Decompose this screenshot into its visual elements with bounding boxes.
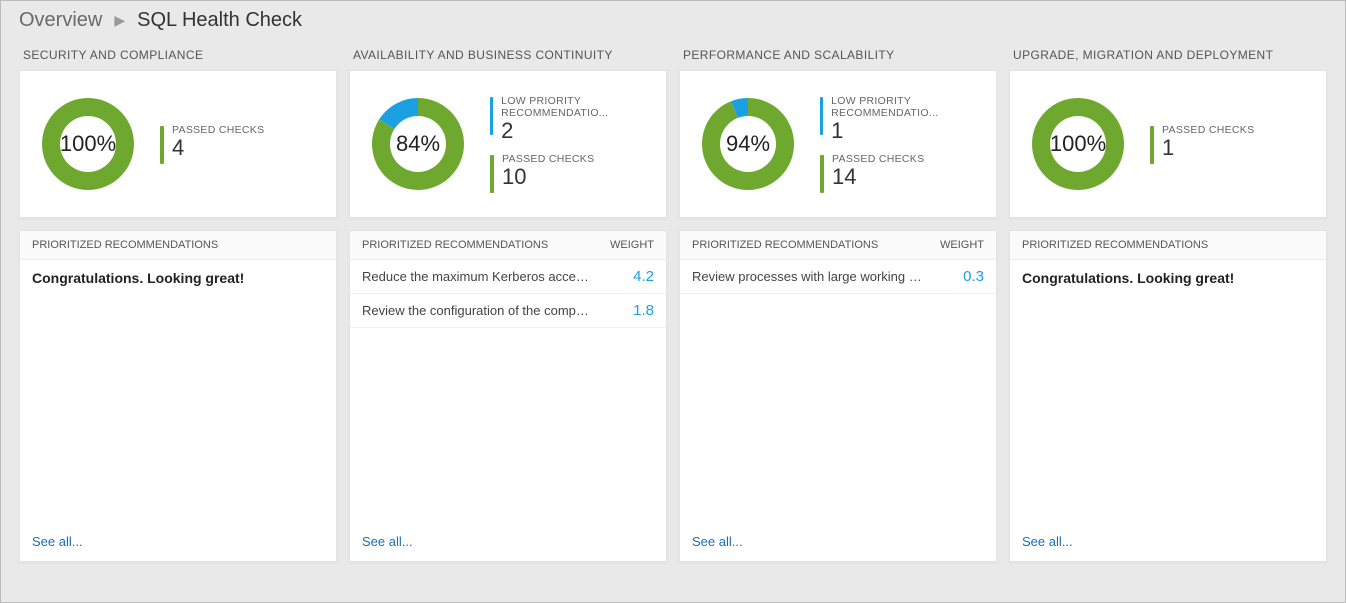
bar-green-icon <box>1150 126 1154 164</box>
stat-low-priority: LOW PRIORITY RECOMMENDATIO... 2 <box>490 95 652 143</box>
recommendation-weight: 1.8 <box>618 302 654 319</box>
recommendation-weight: 4.2 <box>618 268 654 285</box>
column-header: AVAILABILITY AND BUSINESS CONTINUITY <box>349 42 667 70</box>
donut-chart: 84% <box>364 90 472 198</box>
passed-label: PASSED CHECKS <box>172 124 264 136</box>
see-all-link[interactable]: See all... <box>680 524 996 561</box>
donut-card[interactable]: 100% PASSED CHECKS 1 <box>1009 70 1327 218</box>
assessment-column: AVAILABILITY AND BUSINESS CONTINUITY 84%… <box>349 42 667 562</box>
low-priority-value: 2 <box>501 119 652 143</box>
stats-block: PASSED CHECKS 1 <box>1150 124 1254 164</box>
bar-green-icon <box>490 155 494 193</box>
prioritized-header: PRIORITIZED RECOMMENDATIONS <box>32 239 218 251</box>
donut-percent: 84% <box>364 90 472 198</box>
stat-low-priority: LOW PRIORITY RECOMMENDATIO... 1 <box>820 95 982 143</box>
weight-header: WEIGHT <box>940 239 984 251</box>
recommendations-header: PRIORITIZED RECOMMENDATIONS <box>20 231 336 260</box>
recommendation-text: Reduce the maximum Kerberos access token… <box>362 269 592 284</box>
passed-value: 10 <box>502 165 594 189</box>
donut-card[interactable]: 94% LOW PRIORITY RECOMMENDATIO... 1 PASS… <box>679 70 997 218</box>
recommendation-weight: 0.3 <box>948 268 984 285</box>
recommendations-header: PRIORITIZED RECOMMENDATIONS WEIGHT <box>350 231 666 260</box>
prioritized-header: PRIORITIZED RECOMMENDATIONS <box>362 239 548 251</box>
low-priority-label: LOW PRIORITY RECOMMENDATIO... <box>501 95 652 119</box>
column-header: UPGRADE, MIGRATION AND DEPLOYMENT <box>1009 42 1327 70</box>
dashboard-board: SECURITY AND COMPLIANCE 100% PASSED CHEC… <box>1 42 1345 576</box>
low-priority-label: LOW PRIORITY RECOMMENDATIO... <box>831 95 982 119</box>
stats-block: LOW PRIORITY RECOMMENDATIO... 2 PASSED C… <box>490 95 652 193</box>
see-all-link[interactable]: See all... <box>1010 524 1326 561</box>
bar-green-icon <box>160 126 164 164</box>
recommendations-header: PRIORITIZED RECOMMENDATIONS <box>1010 231 1326 260</box>
stat-passed: PASSED CHECKS 14 <box>820 153 982 193</box>
passed-value: 4 <box>172 136 264 160</box>
bar-blue-icon <box>820 97 823 135</box>
assessment-column: PERFORMANCE AND SCALABILITY 94% LOW PRIO… <box>679 42 997 562</box>
stat-passed: PASSED CHECKS 10 <box>490 153 652 193</box>
see-all-link[interactable]: See all... <box>350 524 666 561</box>
breadcrumb: Overview ▶ SQL Health Check <box>1 1 1345 42</box>
page-title: SQL Health Check <box>137 9 302 32</box>
donut-card[interactable]: 84% LOW PRIORITY RECOMMENDATIO... 2 PASS… <box>349 70 667 218</box>
recommendation-row[interactable]: Review the configuration of the computer… <box>350 294 666 328</box>
donut-percent: 100% <box>1024 90 1132 198</box>
breadcrumb-overview[interactable]: Overview <box>19 9 102 32</box>
recommendations-card: PRIORITIZED RECOMMENDATIONS WEIGHT Reduc… <box>349 230 667 562</box>
donut-chart: 100% <box>34 90 142 198</box>
chevron-right-icon: ▶ <box>114 12 125 29</box>
recommendations-card: PRIORITIZED RECOMMENDATIONS Congratulati… <box>19 230 337 562</box>
stat-passed: PASSED CHECKS 1 <box>1150 124 1254 164</box>
column-header: SECURITY AND COMPLIANCE <box>19 42 337 70</box>
donut-chart: 100% <box>1024 90 1132 198</box>
assessment-column: UPGRADE, MIGRATION AND DEPLOYMENT 100% P… <box>1009 42 1327 562</box>
see-all-link[interactable]: See all... <box>20 524 336 561</box>
prioritized-header: PRIORITIZED RECOMMENDATIONS <box>1022 239 1208 251</box>
recommendations-card: PRIORITIZED RECOMMENDATIONS Congratulati… <box>1009 230 1327 562</box>
bar-green-icon <box>820 155 824 193</box>
recommendations-card: PRIORITIZED RECOMMENDATIONS WEIGHT Revie… <box>679 230 997 562</box>
congrats-message: Congratulations. Looking great! <box>20 260 336 296</box>
passed-value: 1 <box>1162 136 1254 160</box>
bar-blue-icon <box>490 97 493 135</box>
donut-percent: 94% <box>694 90 802 198</box>
recommendation-row[interactable]: Review processes with large working set … <box>680 260 996 294</box>
congrats-message: Congratulations. Looking great! <box>1010 260 1326 296</box>
assessment-column: SECURITY AND COMPLIANCE 100% PASSED CHEC… <box>19 42 337 562</box>
stat-passed: PASSED CHECKS 4 <box>160 124 264 164</box>
stats-block: LOW PRIORITY RECOMMENDATIO... 1 PASSED C… <box>820 95 982 193</box>
passed-label: PASSED CHECKS <box>1162 124 1254 136</box>
weight-header: WEIGHT <box>610 239 654 251</box>
prioritized-header: PRIORITIZED RECOMMENDATIONS <box>692 239 878 251</box>
low-priority-value: 1 <box>831 119 982 143</box>
donut-chart: 94% <box>694 90 802 198</box>
donut-percent: 100% <box>34 90 142 198</box>
stats-block: PASSED CHECKS 4 <box>160 124 264 164</box>
column-header: PERFORMANCE AND SCALABILITY <box>679 42 997 70</box>
passed-value: 14 <box>832 165 924 189</box>
recommendation-text: Review the configuration of the computer… <box>362 303 592 318</box>
recommendations-header: PRIORITIZED RECOMMENDATIONS WEIGHT <box>680 231 996 260</box>
recommendation-text: Review processes with large working set … <box>692 269 922 284</box>
donut-card[interactable]: 100% PASSED CHECKS 4 <box>19 70 337 218</box>
recommendation-row[interactable]: Reduce the maximum Kerberos access token… <box>350 260 666 294</box>
